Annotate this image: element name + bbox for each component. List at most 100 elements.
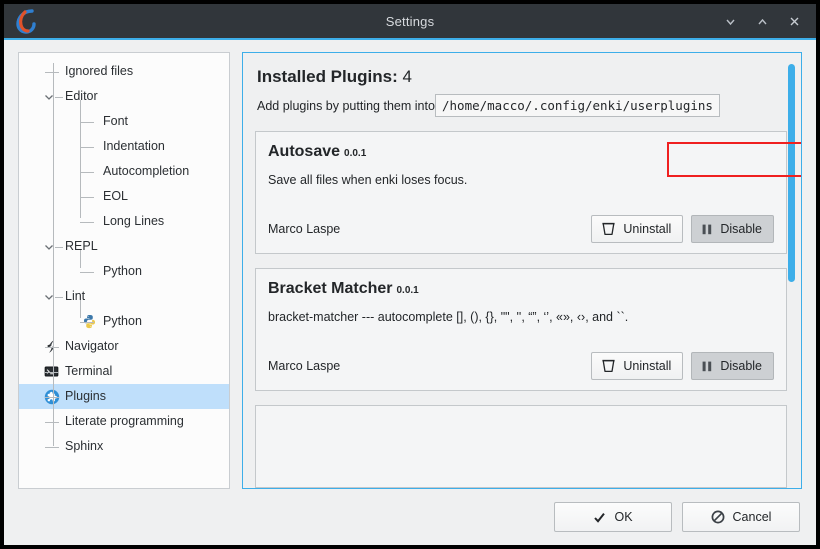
check-icon (594, 512, 606, 523)
ok-button[interactable]: OK (554, 502, 672, 532)
userplugins-path-field[interactable]: /home/macco/.config/enki/userplugins (435, 94, 720, 117)
ok-button-label: OK (614, 510, 633, 524)
tree-guide-line (45, 371, 59, 373)
sidebar-item-label: Ignored files (65, 64, 134, 79)
plugin-name: Bracket Matcher (268, 280, 393, 297)
plugin-card-partial (255, 405, 787, 488)
tree-guide-line (80, 171, 94, 173)
sidebar-item-label: Python (103, 314, 142, 329)
plugin-name: Autosave (268, 143, 341, 160)
sidebar-item-long-lines[interactable]: Long Lines (19, 209, 229, 234)
plugin-description: Save all files when enki loses focus. (268, 173, 468, 187)
tree-guide-line (45, 446, 59, 448)
page-title-label: Installed Plugins: (257, 67, 398, 86)
tree-guide-line (55, 96, 63, 98)
tree-guide-line (80, 196, 94, 198)
plugin-author: Marco Laspe (268, 222, 341, 236)
sidebar-item-label: Literate programming (65, 414, 184, 429)
tree-guide-line (45, 71, 59, 73)
plugin-card: Autosave 0.0.1 Save all files when enki lo… (255, 131, 787, 254)
trash-icon (602, 359, 615, 373)
settings-body: Ignored files Editor Font Indentation Autoco… (4, 40, 816, 489)
plugins-panel: Installed Plugins: 4 Add plugins by putt… (242, 52, 802, 489)
sidebar-item-label: Plugins (65, 389, 106, 404)
tree-guide-line (80, 250, 81, 268)
tree-guide-line (80, 146, 94, 148)
settings-tree[interactable]: Ignored files Editor Font Indentation Autoco… (18, 52, 230, 489)
plugins-hint: Add plugins by putting them into /home/m… (257, 94, 787, 117)
plugin-card: Bracket Matcher 0.0.1 bracket-matcher --- … (255, 268, 787, 391)
disable-button[interactable]: Disable (691, 352, 774, 380)
disable-button-label: Disable (720, 222, 762, 236)
sidebar-item-label: Long Lines (103, 214, 165, 229)
window-title: Settings (385, 13, 435, 29)
close-button[interactable] (781, 8, 807, 34)
sidebar-item-label: Indentation (103, 139, 165, 154)
sidebar-item-python[interactable]: Python (19, 259, 229, 284)
sidebar-item-label: Terminal (65, 364, 113, 379)
disable-button[interactable]: Disable (691, 215, 774, 243)
tree-guide-line (80, 271, 94, 273)
vertical-scrollbar[interactable] (786, 56, 798, 485)
chevron-down-icon[interactable] (44, 242, 54, 252)
sidebar-item-label: Lint (65, 289, 86, 304)
no-entry-icon (711, 510, 724, 524)
cancel-button-label: Cancel (732, 510, 772, 524)
plugin-card-header: Bracket Matcher 0.0.1 (268, 280, 774, 298)
chevron-down-icon[interactable] (44, 292, 54, 302)
chevron-down-icon[interactable] (44, 92, 54, 102)
sidebar-item-eol[interactable]: EOL (19, 184, 229, 209)
sidebar-item-label: Sphinx (65, 439, 104, 454)
uninstall-button[interactable]: Uninstall (591, 215, 684, 243)
tree-guide-line (55, 246, 63, 248)
plugin-card-footer: Marco Laspe Uninstall Disable (268, 215, 774, 243)
plugin-description: bracket-matcher --- autocomplete [], (),… (268, 310, 629, 324)
sidebar-item-label: Font (103, 114, 129, 129)
plugin-version: 0.0.1 (344, 148, 367, 159)
tree-guide-line (80, 121, 94, 123)
tree-guide-line (45, 396, 59, 398)
trash-icon (602, 222, 615, 236)
plugin-card-list: Autosave 0.0.1 Save all files when enki lo… (255, 131, 787, 488)
sidebar-item-font[interactable]: Font (19, 109, 229, 134)
uninstall-button-label: Uninstall (623, 222, 672, 236)
plugin-card-header: Autosave 0.0.1 (268, 143, 774, 161)
plugin-author: Marco Laspe (268, 359, 341, 373)
tree-guide-line (45, 421, 59, 423)
plugin-actions: Uninstall Disable (591, 352, 774, 380)
dialog-button-bar: OK Cancel (4, 489, 816, 545)
disable-button-label: Disable (720, 359, 762, 373)
tree-guide-line (80, 221, 94, 223)
sidebar-item-label: Navigator (65, 339, 119, 354)
installed-plugin-count: 4 (402, 67, 412, 86)
plugin-card-footer: Marco Laspe Uninstall Disable (268, 352, 774, 380)
uninstall-button-label: Uninstall (623, 359, 672, 373)
enki-logo-icon (16, 9, 36, 34)
sidebar-item-label: Python (103, 264, 142, 279)
plugin-version: 0.0.1 (396, 285, 419, 296)
maximize-button[interactable] (749, 8, 775, 34)
cancel-button[interactable]: Cancel (682, 502, 800, 532)
pause-icon (702, 224, 712, 234)
tree-guide-line (80, 100, 81, 209)
title-bar: Settings (4, 4, 816, 40)
sidebar-item-label: Autocompletion (103, 164, 190, 179)
scrollbar-thumb[interactable] (788, 64, 795, 282)
window-controls (717, 8, 807, 34)
sidebar-item-label: Editor (65, 89, 98, 104)
page-title: Installed Plugins: 4 (257, 67, 787, 87)
minimize-button[interactable] (717, 8, 743, 34)
tree-guide-line (55, 296, 63, 298)
pause-icon (702, 361, 712, 371)
sidebar-item-label: EOL (103, 189, 129, 204)
sidebar-item-python[interactable]: Python (19, 309, 229, 334)
sidebar-item-indentation[interactable]: Indentation (19, 134, 229, 159)
tree-guide-line (80, 300, 81, 318)
plugin-actions: Uninstall Disable (591, 215, 774, 243)
tree-guide-line (53, 63, 54, 446)
uninstall-button[interactable]: Uninstall (591, 352, 684, 380)
sidebar-item-autocompletion[interactable]: Autocompletion (19, 159, 229, 184)
settings-window: Settings Ignored files Editor Font Indentat… (4, 4, 816, 545)
tree-guide-line (45, 346, 59, 348)
sidebar-item-label: REPL (65, 239, 98, 254)
